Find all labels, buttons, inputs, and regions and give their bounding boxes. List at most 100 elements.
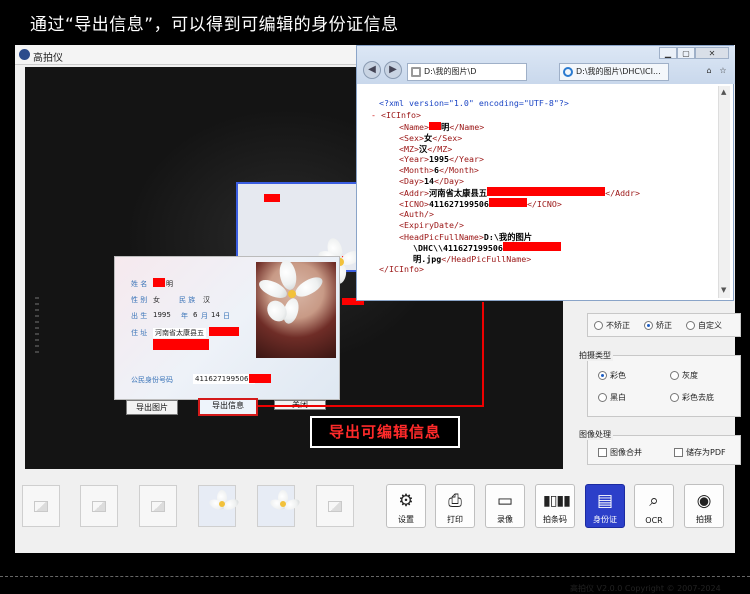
option-save-pdf[interactable]: 储存为PDF bbox=[674, 447, 726, 458]
video-camera-icon: ▭ bbox=[496, 491, 514, 511]
xml-headpic-line-2: \DHC\\411627199506 bbox=[413, 242, 561, 253]
option-color[interactable]: 彩色 bbox=[598, 370, 626, 381]
shoot-type-group: 彩色 灰度 黑白 彩色去底 bbox=[587, 355, 741, 417]
option-label: 彩色去底 bbox=[682, 393, 714, 402]
image-placeholder-icon bbox=[34, 500, 48, 512]
thumbnail-slot[interactable] bbox=[139, 485, 177, 527]
birth-year: 1995 bbox=[153, 311, 171, 319]
app-logo-icon bbox=[19, 49, 30, 60]
radio-icon[interactable] bbox=[670, 393, 679, 402]
option-label: 不矫正 bbox=[606, 321, 630, 330]
thumbnail-slot[interactable] bbox=[316, 485, 354, 527]
xml-day-line: <Day>14</Day> bbox=[399, 176, 464, 186]
xml-year-line: <Year>1995</Year> bbox=[399, 154, 484, 164]
app-title: 高拍仪 bbox=[33, 53, 63, 64]
capture-button[interactable]: ◉ 拍摄 bbox=[684, 484, 724, 528]
close-window-button[interactable]: ✕ bbox=[695, 47, 729, 59]
tool-label: 拍条码 bbox=[543, 515, 567, 524]
xml-expiry-line: <ExpiryDate/> bbox=[399, 220, 464, 230]
option-bw[interactable]: 黑白 bbox=[598, 392, 626, 403]
image-process-title: 图像处理 bbox=[577, 429, 613, 440]
xml-content: <?xml version="1.0" encoding="UTF-8"?> -… bbox=[361, 86, 716, 298]
radio-icon[interactable] bbox=[594, 321, 603, 330]
redaction-mark bbox=[153, 278, 165, 287]
screenshot-root: 通过“导出信息”，可以得到可编辑的身份证信息 高拍仪 不矫正 矫正 自定义 彩色… bbox=[0, 0, 750, 594]
option-label: 彩色 bbox=[610, 371, 626, 380]
image-placeholder-icon bbox=[328, 500, 342, 512]
xml-auth-line: <Auth/> bbox=[399, 209, 434, 219]
magnifier-icon: ⌕ bbox=[649, 491, 659, 511]
tool-label: 身份证 bbox=[593, 515, 617, 524]
gear-icon: ⚙ bbox=[398, 491, 414, 511]
export-info-callout: 导出可编辑信息 bbox=[310, 416, 460, 448]
id-card-icon: ▤ bbox=[596, 491, 614, 511]
record-button[interactable]: ▭ 录像 bbox=[485, 484, 525, 528]
id-number-label: 公民身份号码 bbox=[131, 376, 173, 384]
barcode-button[interactable]: ▮▯▮▮ 拍条码 bbox=[535, 484, 575, 528]
collapse-toggle[interactable]: - bbox=[371, 110, 376, 120]
correction-group: 不矫正 矫正 自定义 bbox=[587, 313, 741, 337]
favorites-star-icon[interactable]: ☆ bbox=[717, 65, 729, 77]
name-label: 姓 名 bbox=[131, 280, 148, 288]
idcard-button[interactable]: ▤ 身份证 bbox=[585, 484, 625, 528]
copyright-text: 高拍仪 V2.0.0 Copyright © 2007-2024 bbox=[570, 584, 721, 593]
radio-icon[interactable] bbox=[686, 321, 695, 330]
preview-edge-marks bbox=[35, 297, 39, 357]
thumbnail-slot[interactable] bbox=[22, 485, 60, 527]
option-label: 灰度 bbox=[682, 371, 698, 380]
option-correction[interactable]: 矫正 bbox=[644, 320, 672, 331]
callout-connector bbox=[482, 302, 484, 406]
thumbnail-slot[interactable] bbox=[80, 485, 118, 527]
export-image-button[interactable]: 导出图片 bbox=[126, 400, 178, 415]
vertical-scrollbar[interactable]: ▲ ▼ bbox=[718, 86, 730, 298]
option-gray[interactable]: 灰度 bbox=[670, 370, 698, 381]
tool-label: 录像 bbox=[497, 515, 513, 524]
browser-logo-icon bbox=[563, 67, 573, 77]
id-number-value: 4116271995061 bbox=[193, 374, 255, 384]
radio-icon[interactable] bbox=[670, 371, 679, 380]
sex-value: 女 bbox=[153, 296, 160, 304]
option-custom[interactable]: 自定义 bbox=[686, 320, 722, 331]
birth-day: 14 bbox=[211, 311, 220, 319]
thumbnail-slot[interactable] bbox=[257, 485, 302, 527]
page-icon bbox=[411, 67, 421, 77]
ocr-button[interactable]: ⌕ OCR bbox=[634, 484, 674, 528]
option-merge-images[interactable]: 图像合并 bbox=[598, 447, 642, 458]
forward-arrow-icon[interactable]: ▶ bbox=[384, 61, 402, 79]
option-label: 储存为PDF bbox=[686, 448, 726, 457]
address-text: D:\我的图片\D bbox=[424, 67, 477, 76]
option-no-correction[interactable]: 不矫正 bbox=[594, 320, 630, 331]
back-arrow-icon[interactable]: ◀ bbox=[363, 61, 381, 79]
radio-selected-icon[interactable] bbox=[598, 371, 607, 380]
address-label: 住 址 bbox=[131, 329, 148, 337]
checkbox-icon[interactable] bbox=[674, 448, 683, 457]
address-bar[interactable]: D:\我的图片\D bbox=[407, 63, 527, 81]
scroll-up-icon[interactable]: ▲ bbox=[721, 88, 726, 96]
maximize-button[interactable]: ▢ bbox=[677, 47, 695, 59]
print-button[interactable]: ⎙ 打印 bbox=[435, 484, 475, 528]
ethnic-label: 民 族 bbox=[179, 296, 196, 304]
xml-browser-window: ▁ ▢ ✕ ◀ ▶ D:\我的图片\D D:\我的图片\DHC\ICI... ⌂… bbox=[356, 45, 735, 301]
page-headline: 通过“导出信息”，可以得到可编辑的身份证信息 bbox=[30, 15, 399, 35]
thumbnail-slot[interactable] bbox=[198, 485, 241, 527]
browser-toolbar: ▁ ▢ ✕ ◀ ▶ D:\我的图片\D D:\我的图片\DHC\ICI... ⌂… bbox=[357, 46, 735, 84]
checkbox-icon[interactable] bbox=[598, 448, 607, 457]
radio-icon[interactable] bbox=[598, 393, 607, 402]
browser-tab[interactable]: D:\我的图片\DHC\ICI... bbox=[559, 63, 669, 81]
redaction-mark bbox=[264, 194, 280, 202]
option-label: 矫正 bbox=[656, 321, 672, 330]
xml-root-open: - <ICInfo> bbox=[371, 110, 421, 120]
option-color-remove-bg[interactable]: 彩色去底 bbox=[670, 392, 714, 403]
home-icon[interactable]: ⌂ bbox=[703, 65, 715, 77]
camera-icon: ◉ bbox=[696, 491, 712, 511]
minimize-button[interactable]: ▁ bbox=[659, 47, 677, 59]
export-info-button[interactable]: 导出信息 bbox=[198, 398, 258, 416]
settings-button[interactable]: ⚙ 设置 bbox=[386, 484, 426, 528]
redaction-mark bbox=[249, 374, 271, 383]
image-placeholder-icon bbox=[151, 500, 165, 512]
printer-icon: ⎙ bbox=[448, 491, 462, 511]
xml-declaration: <?xml version="1.0" encoding="UTF-8"?> bbox=[379, 98, 569, 108]
radio-selected-icon[interactable] bbox=[644, 321, 653, 330]
scroll-down-icon[interactable]: ▼ bbox=[721, 286, 726, 294]
tab-label: D:\我的图片\DHC\ICI... bbox=[576, 67, 661, 76]
